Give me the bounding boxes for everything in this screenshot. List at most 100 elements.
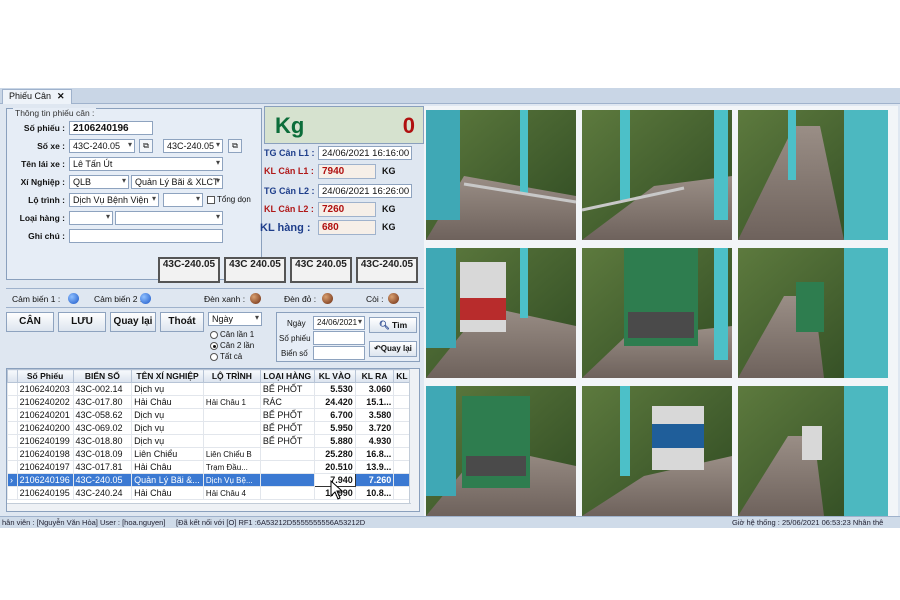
search-quay-lai-label: Quay lại [380, 344, 412, 353]
horizontal-scrollbar[interactable] [7, 503, 411, 511]
table-cell: 2106240199 [16, 434, 74, 448]
table-row[interactable]: 2106240202 43C-017.80 Hải Châu Hải Châu 1 RÁ… [7, 395, 419, 409]
plate-captures: 43C-240.05 43C 240.05 43C 240.05 43C-240… [158, 257, 424, 283]
tg-l1-field: 24/06/2021 16:16:00 [318, 146, 412, 160]
table-cell: Dịch vụ [131, 421, 204, 435]
left-panel: Thông tin phiếu cân : Số phiếu : 2106240… [2, 106, 424, 512]
so-xe-label: Số xe : [37, 141, 65, 151]
table-cell: 43C-018.09 [72, 447, 133, 461]
search-bien-so-field[interactable] [313, 346, 365, 360]
table-cell: BỂ PHỐT [259, 382, 315, 396]
search-icon: 🔍︎ [378, 320, 390, 330]
thoat-button[interactable]: Thoát [160, 312, 204, 332]
table-cell: 6.700 [313, 408, 356, 422]
kl-l2-label: KL Cân L2 : [264, 204, 314, 214]
camera-6 [738, 248, 888, 378]
xi-nghiep-name-select[interactable]: Quản Lý Bãi & XLCT [131, 175, 223, 189]
table-row[interactable]: 2106240195 43C-240.24 Hải Châu Hải Châu 4 17… [7, 486, 419, 500]
row-indicator [7, 382, 18, 396]
horn-indicator-icon [388, 293, 399, 304]
plate-image-3: 43C 240.05 [290, 257, 352, 283]
vertical-scrollbar[interactable] [409, 369, 419, 511]
can-button[interactable]: CÂN [6, 312, 54, 332]
tab-bar: Phiếu Cân ✕ [0, 88, 900, 104]
radio-can-lan-1[interactable]: Cân lần 1 [210, 330, 254, 339]
plate-image-2: 43C 240.05 [224, 257, 286, 283]
radio-tat-ca[interactable]: Tất cả [210, 352, 242, 361]
filter-mode-select[interactable]: Ngày [208, 312, 262, 326]
plate-image-4: 43C-240.05 [356, 257, 418, 283]
so-xe-select[interactable]: 43C-240.05 [69, 139, 135, 153]
column-header[interactable]: KL VÀO [313, 369, 356, 383]
close-icon[interactable]: ✕ [57, 91, 65, 101]
camera-3 [738, 110, 888, 240]
ten-lai-xe-select[interactable]: Lê Tấn Út [69, 157, 223, 171]
table-cell: 2106240195 [16, 486, 74, 500]
tg-l1-label: TG Cân L1 : [264, 148, 315, 158]
row-indicator [7, 460, 18, 474]
table-row[interactable]: 2106240201 43C-058.62 Dịch vụ BỂ PHỐT 6.700 3… [7, 408, 419, 422]
kl-l1-value: 7940 [318, 164, 376, 179]
column-header[interactable]: TÊN XÍ NGHIỆP [131, 369, 204, 383]
kl-l1-label: KL Cân L1 : [264, 166, 314, 176]
table-cell: 5.880 [313, 434, 356, 448]
filter-options: Ngày Cân lần 1 Cân 2 lần Tất cả [208, 312, 272, 364]
table-cell: BỂ PHỐT [259, 434, 315, 448]
so-xe-2-select[interactable]: 43C-240.05 [163, 139, 223, 153]
xi-nghiep-code-select[interactable]: QLB [69, 175, 129, 189]
so-phieu-field[interactable]: 2106240196 [69, 121, 153, 135]
red-light-indicator-icon [322, 293, 333, 304]
table-row[interactable]: 2106240198 43C-018.09 Liên Chiểu Liên Chiểu… [7, 447, 419, 461]
table-cell: 43C-240.05 [72, 473, 133, 487]
table-row[interactable]: 2106240203 43C-002.14 Dịch vụ BỂ PHỐT 5.530 3… [7, 382, 419, 396]
table-cell: 43C-017.81 [72, 460, 133, 474]
scale-value: 0 [402, 113, 415, 138]
table-cell: Hải Châu [131, 460, 204, 474]
table-cell: Trạm Đầu... [202, 460, 261, 474]
camera-7 [426, 386, 576, 516]
ticket-info-group: Thông tin phiếu cân : Số phiếu : 2106240… [6, 108, 262, 280]
table-row[interactable]: › 2106240196 43C-240.05 Quản Lý Bãi &... Dịc… [7, 473, 419, 487]
search-ngay-field[interactable]: 24/06/2021 [313, 316, 365, 330]
tab-phieu-can[interactable]: Phiếu Cân ✕ [2, 89, 72, 104]
radio-label-3: Tất cả [220, 352, 243, 361]
table-cell: 7.260 [354, 473, 395, 487]
search-ngay-label: Ngày [287, 319, 306, 328]
search-quay-lai-button[interactable]: ↶Quay lại [369, 341, 417, 357]
table-cell: 43C-058.62 [72, 408, 133, 422]
tg-l2-label: TG Cân L2 : [264, 186, 315, 196]
copy-icon[interactable]: ⧉ [139, 139, 153, 153]
status-bar: hân viên : [Nguyễn Văn Hòa] User : [hoa.… [0, 516, 900, 528]
search-so-phieu-field[interactable] [313, 331, 365, 345]
loai-hang-name-select[interactable] [115, 211, 223, 225]
table-row[interactable]: 2106240197 43C-017.81 Hải Châu Trạm Đầu... 2… [7, 460, 419, 474]
tong-don-label: Tổng dọn [217, 195, 251, 204]
quay-lai-button[interactable]: Quay lại [110, 312, 156, 332]
radio-can-2-lan[interactable]: Cân 2 lần [210, 341, 254, 350]
luu-button[interactable]: LƯU [58, 312, 106, 332]
column-header[interactable]: Số Phiếu [16, 369, 74, 383]
table-cell: Hải Châu 1 [202, 395, 261, 409]
table-cell: 3.060 [354, 382, 395, 396]
table-row[interactable]: 2106240199 43C-018.80 Dịch vụ BỂ PHỐT 5.880 4… [7, 434, 419, 448]
ghi-chu-field[interactable] [69, 229, 223, 243]
group-title: Thông tin phiếu cân : [13, 108, 97, 118]
lo-trinh-sub-select[interactable] [163, 193, 203, 207]
copy-icon-2[interactable]: ⧉ [228, 139, 242, 153]
column-header[interactable]: BIỂN SỐ [72, 369, 133, 383]
camera-1 [426, 110, 577, 240]
column-header[interactable]: KL RA [354, 369, 395, 383]
status-user: hân viên : [Nguyễn Văn Hòa] User : [hoa.… [2, 518, 166, 527]
lo-trinh-select[interactable]: Dịch Vụ Bệnh Viện [69, 193, 159, 207]
table-cell: 20.510 [313, 460, 356, 474]
tong-don-checkbox[interactable]: Tổng dọn [207, 195, 251, 204]
table-row[interactable]: 2106240200 43C-069.02 Dịch vụ BỂ PHỐT 5.950 3… [7, 421, 419, 435]
row-indicator-header [7, 369, 18, 383]
loai-hang-select[interactable] [69, 211, 113, 225]
column-header[interactable]: LOẠI HÀNG [259, 369, 315, 383]
tim-button[interactable]: 🔍︎ Tìm [369, 317, 417, 333]
table-cell: Quản Lý Bãi &... [131, 473, 204, 487]
row-indicator [7, 408, 18, 422]
table-cell: 43C-018.80 [72, 434, 133, 448]
column-header[interactable]: LỘ TRÌNH [202, 369, 261, 383]
